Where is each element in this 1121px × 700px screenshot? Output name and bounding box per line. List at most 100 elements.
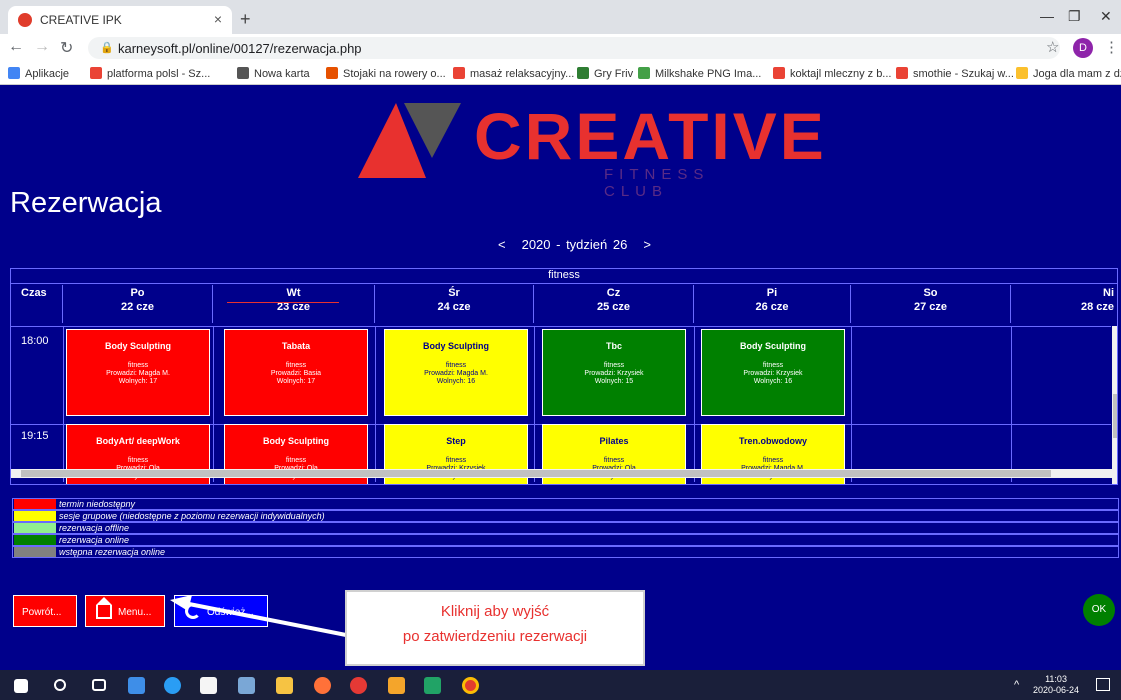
windows-start-icon[interactable] (14, 679, 28, 693)
bookmark-item[interactable]: platforma polsl - Sz... (90, 67, 210, 80)
site-icon (577, 67, 589, 79)
folder-icon[interactable] (276, 677, 293, 694)
day-header[interactable]: Cz 25 cze (534, 285, 694, 323)
bookmark-item[interactable]: Gry Friv (577, 67, 633, 80)
app-icon[interactable] (350, 677, 367, 694)
logo-triangles-icon (358, 103, 461, 178)
ok-button[interactable]: OK (1083, 594, 1115, 626)
scrollbar-thumb[interactable] (1113, 394, 1117, 438)
legend-item: rezerwacja online (12, 534, 1119, 546)
bookmark-item[interactable]: masaż relaksacyjny... (453, 67, 574, 80)
search-icon[interactable] (54, 679, 66, 691)
day-header[interactable]: Po 22 cze (63, 285, 213, 323)
legend-swatch (14, 511, 56, 521)
legend-swatch (14, 523, 56, 533)
excel-icon[interactable] (424, 677, 441, 694)
restore-icon[interactable]: ❐ (1068, 8, 1081, 25)
bookmark-item[interactable]: Nowa karta (237, 67, 310, 80)
day-header[interactable]: Pi 26 cze (694, 285, 851, 323)
reload-icon[interactable]: ↻ (60, 38, 73, 58)
today-indicator (227, 302, 339, 303)
site-icon (1016, 67, 1028, 79)
site-icon (638, 67, 650, 79)
session-cell[interactable]: Body Sculpting fitness Prowadzi: Krzysiek W… (701, 329, 845, 416)
legend-swatch (14, 499, 56, 509)
grid-title: fitness (11, 269, 1117, 284)
day-header[interactable]: Ni 28 cze (1011, 285, 1117, 323)
home-icon (96, 597, 112, 619)
task-view-icon[interactable] (92, 679, 106, 691)
time-label: 19:15 (21, 430, 49, 442)
legend-item: sesje grupowe (niedostępne z poziomu rez… (12, 510, 1119, 522)
globe-icon (237, 67, 249, 79)
minimize-icon[interactable]: — (1040, 8, 1054, 24)
firefox-icon[interactable] (314, 677, 331, 694)
app-icon[interactable] (388, 677, 405, 694)
session-cell[interactable]: Tabata fitness Prowadzi: Basia Wolnych: 17 (224, 329, 368, 416)
week-label: 2020 - tydzień 26 (521, 237, 628, 252)
windows-taskbar: ^ 11:03 2020-06-24 (0, 670, 1121, 700)
google-icon (773, 67, 785, 79)
legend-swatch (14, 535, 56, 545)
creative-logo: CREATIVE FITNESS CLUB (356, 90, 824, 200)
annotation-callout: Kliknij aby wyjść po zatwierdzeniu rezer… (345, 590, 645, 666)
tray-chevron-icon[interactable]: ^ (1014, 679, 1019, 691)
menu-kebab-icon[interactable]: ⋮ (1104, 38, 1119, 56)
browser-tab[interactable]: CREATIVE IPK × (8, 6, 232, 34)
mail-icon[interactable] (128, 677, 145, 694)
bookmarks-bar: Aplikacje platforma polsl - Sz... Nowa k… (0, 62, 1121, 85)
vertical-scrollbar[interactable] (1112, 326, 1117, 484)
scrollbar-thumb[interactable] (21, 470, 1051, 477)
address-bar[interactable]: 🔒 karneysoft.pl/online/00127/rezerwacja.… (88, 37, 1060, 59)
bookmark-item[interactable]: Aplikacje (8, 67, 69, 80)
day-header[interactable]: Wt 23 cze (213, 285, 375, 323)
callout-arrow-icon (170, 595, 347, 637)
page-content: CREATIVE FITNESS CLUB Rezerwacja <2020 -… (0, 85, 1121, 670)
url-text: karneysoft.pl/online/00127/rezerwacja.ph… (118, 41, 362, 56)
prev-week-link[interactable]: < (498, 237, 506, 252)
bookmark-item[interactable]: Milkshake PNG Ima... (638, 67, 761, 80)
google-icon (896, 67, 908, 79)
logo-subtitle: FITNESS CLUB (604, 166, 710, 200)
back-button[interactable]: Powrót... (13, 595, 77, 627)
navigation-bar: ← → ↻ 🔒 karneysoft.pl/online/00127/rezer… (0, 34, 1121, 62)
bookmark-item[interactable]: smothie - Szukaj w... (896, 67, 1014, 80)
site-favicon-icon (18, 13, 32, 27)
time-label: 18:00 (21, 335, 49, 347)
back-arrow-icon[interactable]: ← (8, 38, 24, 56)
page-title: Rezerwacja (10, 187, 162, 219)
legend-swatch (14, 547, 56, 557)
store-icon[interactable] (200, 677, 217, 694)
session-cell[interactable]: Body Sculpting fitness Prowadzi: Magda M. W… (66, 329, 210, 416)
next-week-link[interactable]: > (643, 237, 651, 252)
tab-title: CREATIVE IPK (40, 13, 122, 27)
day-header[interactable]: Śr 24 cze (375, 285, 534, 323)
bookmark-item[interactable]: Joga dla mam z dzi... (1016, 67, 1121, 80)
close-window-icon[interactable]: ✕ (1100, 8, 1112, 25)
schedule-grid: fitness Czas Po 22 cze Wt 23 cze Śr 24 cze … (10, 268, 1118, 485)
legend-item: wstępna rezerwacja online (12, 546, 1119, 558)
app-icon[interactable] (238, 677, 255, 694)
edge-icon[interactable] (164, 677, 181, 694)
logo-brand-text: CREATIVE (474, 99, 827, 173)
new-tab-icon[interactable]: + (240, 9, 251, 30)
lock-icon: 🔒 (100, 42, 114, 54)
forward-arrow-icon[interactable]: → (34, 38, 50, 56)
close-tab-icon[interactable]: × (214, 11, 222, 27)
legend-item: termin niedostępny (12, 498, 1119, 510)
day-header[interactable]: So 27 cze (851, 285, 1011, 323)
google-icon (453, 67, 465, 79)
notification-icon[interactable] (1096, 678, 1110, 691)
bookmark-star-icon[interactable]: ☆ (1046, 38, 1059, 56)
bookmark-item[interactable]: Stojaki na rowery o... (326, 67, 446, 80)
session-cell[interactable]: Body Sculpting fitness Prowadzi: Magda M. W… (384, 329, 528, 416)
system-clock[interactable]: 11:03 2020-06-24 (1033, 674, 1079, 696)
horizontal-scrollbar[interactable] (11, 469, 1112, 478)
week-navigator: <2020 - tydzień 26 > (490, 237, 659, 252)
chrome-icon[interactable] (462, 677, 479, 694)
apps-icon (8, 67, 20, 79)
session-cell[interactable]: Tbc fitness Prowadzi: Krzysiek Wolnych: 15 (542, 329, 686, 416)
bookmark-item[interactable]: koktajl mleczny z b... (773, 67, 891, 80)
profile-avatar[interactable]: D (1073, 38, 1093, 58)
menu-button[interactable]: Menu... (85, 595, 165, 627)
